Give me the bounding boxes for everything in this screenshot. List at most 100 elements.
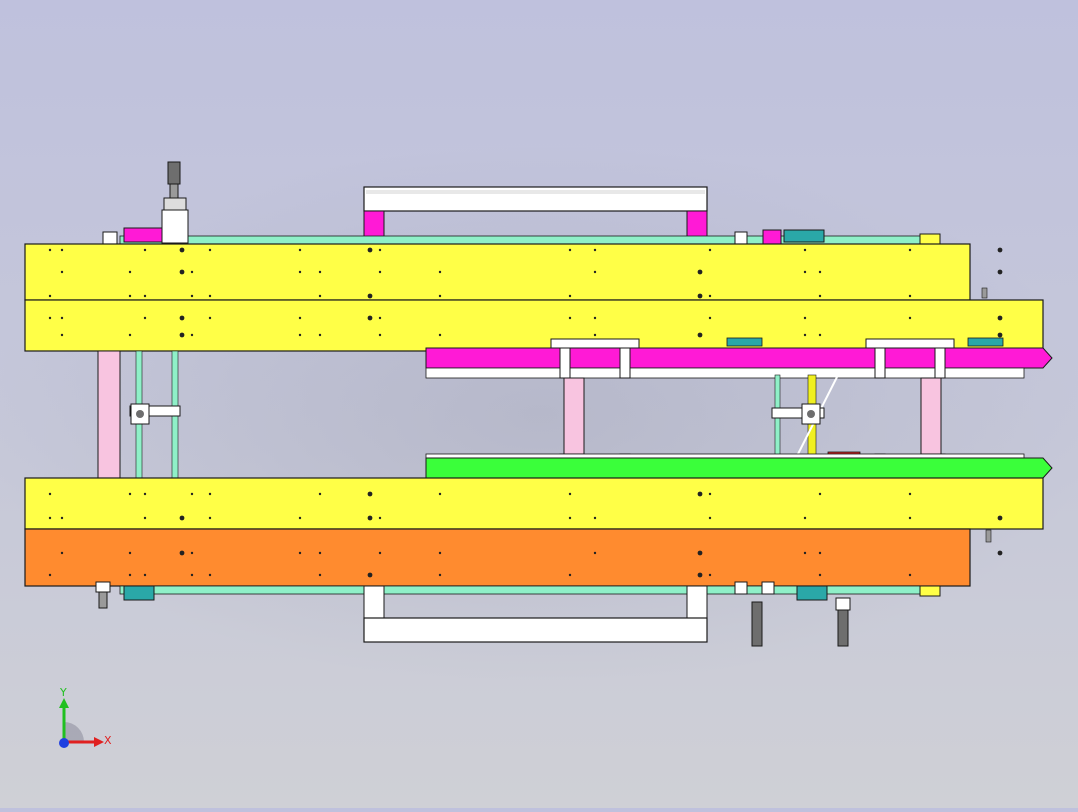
bolt-hole — [208, 316, 212, 320]
bolt-hole — [60, 333, 64, 337]
bolt-hole — [818, 492, 822, 496]
bolt-hole — [143, 316, 147, 320]
bolt-hole — [593, 270, 597, 274]
lower-slide-plate-orange[interactable] — [24, 528, 971, 587]
green-conveyor-rail[interactable] — [425, 453, 1053, 479]
bolt-hole — [593, 316, 597, 320]
bolt-hole — [190, 294, 194, 298]
bolt-hole — [298, 248, 302, 252]
bolt-hole — [318, 492, 322, 496]
bolt-hole — [593, 516, 597, 520]
bolt-hole — [48, 294, 52, 298]
bolt-hole — [179, 515, 185, 521]
bolt-hole — [803, 516, 807, 520]
view-triad[interactable]: Y X — [48, 686, 118, 752]
bolt-hole — [708, 516, 712, 520]
bottom-cylinder-2[interactable] — [835, 597, 851, 647]
bolt-hole — [128, 333, 132, 337]
magenta-conveyor-rail[interactable] — [425, 347, 1053, 379]
bolt-hole — [708, 316, 712, 320]
cad-viewport[interactable]: Y X — [0, 0, 1078, 808]
bolt-hole — [803, 270, 807, 274]
bolt-hole — [997, 515, 1003, 521]
bolt-hole — [697, 293, 703, 299]
bolt-hole — [378, 551, 382, 555]
bolt-hole — [48, 573, 52, 577]
bolt-hole — [818, 573, 822, 577]
bolt-hole — [128, 270, 132, 274]
bolt-hole — [818, 270, 822, 274]
bolt-hole — [438, 294, 442, 298]
bolt-hole — [128, 573, 132, 577]
y-axis-label: Y — [60, 686, 67, 699]
bolt-hole — [438, 270, 442, 274]
bolt-hole — [60, 551, 64, 555]
x-axis-label: X — [104, 734, 112, 747]
bolt-hole — [818, 333, 822, 337]
bolt-hole — [128, 294, 132, 298]
lower-frame-plate[interactable] — [24, 477, 1044, 530]
bolt-hole — [378, 516, 382, 520]
bolt-hole — [568, 516, 572, 520]
bolt-hole — [190, 492, 194, 496]
bolt-hole — [60, 248, 64, 252]
bolt-hole — [143, 573, 147, 577]
bolt-hole — [128, 492, 132, 496]
bolt-hole — [208, 516, 212, 520]
bolt-hole — [697, 572, 703, 578]
bolt-hole — [143, 516, 147, 520]
bolt-hole — [438, 333, 442, 337]
bolt-hole — [208, 492, 212, 496]
bolt-hole — [48, 492, 52, 496]
bolt-hole — [208, 294, 212, 298]
bolt-hole — [568, 294, 572, 298]
bolt-hole — [318, 551, 322, 555]
bolt-hole — [318, 333, 322, 337]
bolt-hole — [708, 248, 712, 252]
bolt-hole — [60, 316, 64, 320]
bolt-hole — [298, 316, 302, 320]
bolt-hole — [190, 551, 194, 555]
upper-frame-plate[interactable] — [24, 243, 971, 301]
bolt-hole — [708, 492, 712, 496]
bolt-hole — [908, 516, 912, 520]
bolt-hole — [48, 516, 52, 520]
bolt-hole — [367, 247, 373, 253]
bolt-hole — [997, 550, 1003, 556]
bolt-hole — [179, 315, 185, 321]
bolt-hole — [179, 332, 185, 338]
bolt-hole — [697, 269, 703, 275]
bolt-hole — [318, 573, 322, 577]
bolt-hole — [190, 270, 194, 274]
bolt-hole — [143, 492, 147, 496]
bolt-hole — [298, 270, 302, 274]
bolt-hole — [143, 294, 147, 298]
bolt-hole — [318, 294, 322, 298]
bolt-hole — [908, 573, 912, 577]
bolt-hole — [997, 332, 1003, 338]
bolt-hole — [803, 316, 807, 320]
bolt-hole — [708, 573, 712, 577]
bolt-hole — [190, 333, 194, 337]
bolt-hole — [697, 332, 703, 338]
pillar-right — [920, 377, 942, 455]
bolt-hole — [818, 551, 822, 555]
bolt-hole — [208, 248, 212, 252]
bolt-hole — [60, 516, 64, 520]
bolt-hole — [568, 248, 572, 252]
bolt-hole — [438, 492, 442, 496]
bolt-hole — [803, 333, 807, 337]
bolt-hole — [438, 573, 442, 577]
bolt-hole — [298, 333, 302, 337]
bolt-hole — [367, 515, 373, 521]
bolt-hole — [48, 316, 52, 320]
bolt-hole — [298, 551, 302, 555]
bolt-hole — [908, 294, 912, 298]
top-left-cylinder[interactable] — [123, 161, 189, 244]
bolt-hole — [697, 550, 703, 556]
bolt-hole — [593, 551, 597, 555]
bolt-hole — [367, 293, 373, 299]
bolt-hole — [708, 294, 712, 298]
bolt-hole — [179, 269, 185, 275]
bolt-hole — [438, 551, 442, 555]
